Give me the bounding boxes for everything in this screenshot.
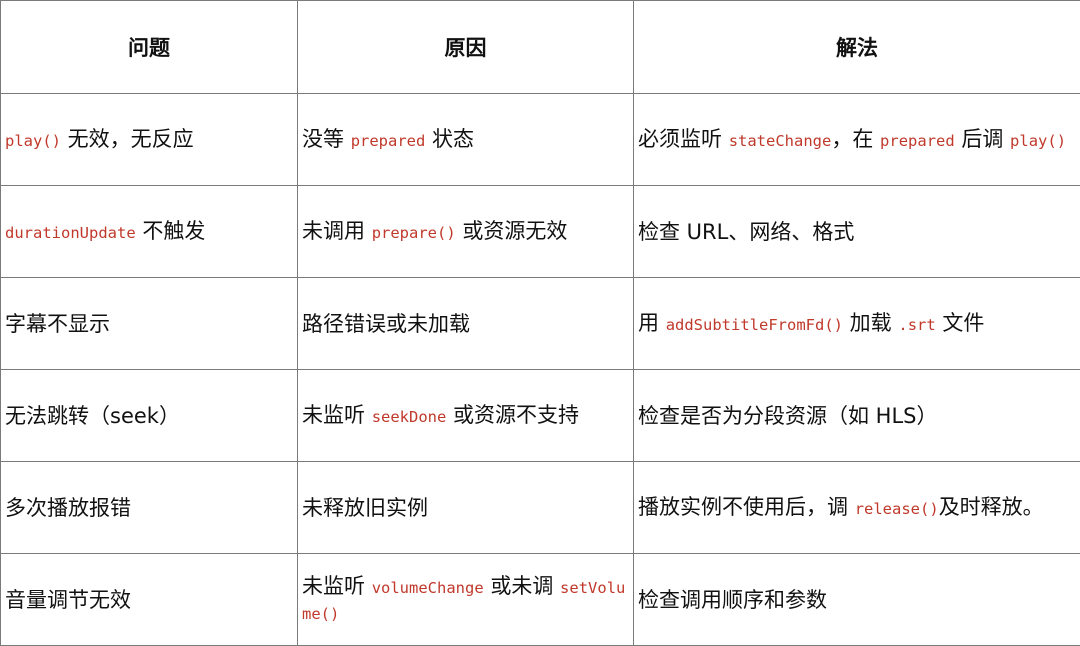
solution-cell: 用 addSubtitleFromFd() 加载 .srt 文件 bbox=[634, 278, 1080, 370]
cell-text: 字幕不显示 bbox=[5, 312, 110, 336]
problem-cell: 多次播放报错 bbox=[1, 462, 298, 554]
header-row: 问题 原因 解法 bbox=[1, 1, 1080, 94]
cause-cell: 没等 prepared 状态 bbox=[298, 94, 634, 186]
cell-text: 检查 URL、网络、格式 bbox=[638, 220, 854, 244]
cell-text: 路径错误或未加载 bbox=[302, 312, 470, 336]
table-row: 无法跳转（seek）未监听 seekDone 或资源不支持检查是否为分段资源（如… bbox=[1, 370, 1080, 462]
cause-cell: 未监听 volumeChange 或未调 setVolume() bbox=[298, 554, 634, 646]
troubleshooting-table: 问题 原因 解法 play() 无效，无反应没等 prepared 状态必须监听… bbox=[0, 0, 1080, 646]
header-problem: 问题 bbox=[1, 1, 298, 94]
code-snippet: .srt bbox=[898, 316, 935, 334]
code-snippet: prepared bbox=[351, 132, 426, 150]
table-row: play() 无效，无反应没等 prepared 状态必须监听 stateCha… bbox=[1, 94, 1080, 186]
cause-cell: 未监听 seekDone 或资源不支持 bbox=[298, 370, 634, 462]
cell-text: 未监听 bbox=[302, 574, 372, 598]
cell-text: 未监听 bbox=[302, 403, 372, 427]
solution-cell: 检查是否为分段资源（如 HLS） bbox=[634, 370, 1080, 462]
table-row: 字幕不显示 路径错误或未加载 用 addSubtitleFromFd() 加载 .s… bbox=[1, 278, 1080, 370]
cell-text: 没等 bbox=[302, 127, 351, 151]
cell-text: 后调 bbox=[955, 127, 1010, 151]
cell-text: 或资源不支持 bbox=[446, 403, 579, 427]
table-row: 音量调节无效 未监听 volumeChange 或未调 setVolume()检查… bbox=[1, 554, 1080, 646]
code-snippet: prepare() bbox=[372, 224, 456, 242]
code-snippet: play() bbox=[5, 132, 61, 150]
cell-text: 加载 bbox=[843, 311, 898, 335]
problem-cell: 音量调节无效 bbox=[1, 554, 298, 646]
cell-text: 未释放旧实例 bbox=[302, 496, 428, 520]
cell-text: 无效，无反应 bbox=[61, 127, 194, 151]
cause-cell: 未释放旧实例 bbox=[298, 462, 634, 554]
solution-cell: 检查调用顺序和参数 bbox=[634, 554, 1080, 646]
table-body: play() 无效，无反应没等 prepared 状态必须监听 stateCha… bbox=[1, 94, 1080, 646]
problem-cell: 字幕不显示 bbox=[1, 278, 298, 370]
code-snippet: stateChange bbox=[729, 132, 832, 150]
solution-cell: 播放实例不使用后，调 release()及时释放。 bbox=[634, 462, 1080, 554]
header-solution: 解法 bbox=[634, 1, 1080, 94]
cell-text: 及时释放。 bbox=[939, 495, 1044, 519]
cell-text: 检查调用顺序和参数 bbox=[638, 588, 827, 612]
cell-text: 音量调节无效 bbox=[5, 588, 131, 612]
solution-cell: 必须监听 stateChange，在 prepared 后调 play() bbox=[634, 94, 1080, 186]
cell-text: 无法跳转（seek） bbox=[5, 404, 180, 428]
cell-text: 用 bbox=[638, 311, 666, 335]
code-snippet: seekDone bbox=[372, 408, 447, 426]
cell-text: 文件 bbox=[936, 311, 985, 335]
cause-cell: 未调用 prepare() 或资源无效 bbox=[298, 186, 634, 278]
cell-text: 或资源无效 bbox=[456, 219, 568, 243]
cell-text: 播放实例不使用后，调 bbox=[638, 495, 855, 519]
problem-cell: play() 无效，无反应 bbox=[1, 94, 298, 186]
problem-cell: durationUpdate 不触发 bbox=[1, 186, 298, 278]
cell-text: 必须监听 bbox=[638, 127, 729, 151]
cell-text: 多次播放报错 bbox=[5, 496, 131, 520]
cell-text: 不触发 bbox=[136, 219, 206, 243]
table-row: 多次播放报错 未释放旧实例 播放实例不使用后，调 release()及时释放。 bbox=[1, 462, 1080, 554]
code-snippet: volumeChange bbox=[372, 579, 484, 597]
cell-text: 未调用 bbox=[302, 219, 372, 243]
solution-cell: 检查 URL、网络、格式 bbox=[634, 186, 1080, 278]
problem-cell: 无法跳转（seek） bbox=[1, 370, 298, 462]
cell-text: 状态 bbox=[425, 127, 474, 151]
code-snippet: play() bbox=[1010, 132, 1066, 150]
cell-text: 检查是否为分段资源（如 HLS） bbox=[638, 404, 938, 428]
table-header: 问题 原因 解法 bbox=[1, 1, 1080, 94]
header-cause: 原因 bbox=[298, 1, 634, 94]
code-snippet: addSubtitleFromFd() bbox=[666, 316, 843, 334]
code-snippet: prepared bbox=[880, 132, 955, 150]
code-snippet: release() bbox=[855, 500, 939, 518]
cell-text: ，在 bbox=[831, 127, 880, 151]
cause-cell: 路径错误或未加载 bbox=[298, 278, 634, 370]
cell-text: 或未调 bbox=[484, 574, 560, 598]
code-snippet: durationUpdate bbox=[5, 224, 136, 242]
table-row: durationUpdate 不触发未调用 prepare() 或资源无效检查 … bbox=[1, 186, 1080, 278]
